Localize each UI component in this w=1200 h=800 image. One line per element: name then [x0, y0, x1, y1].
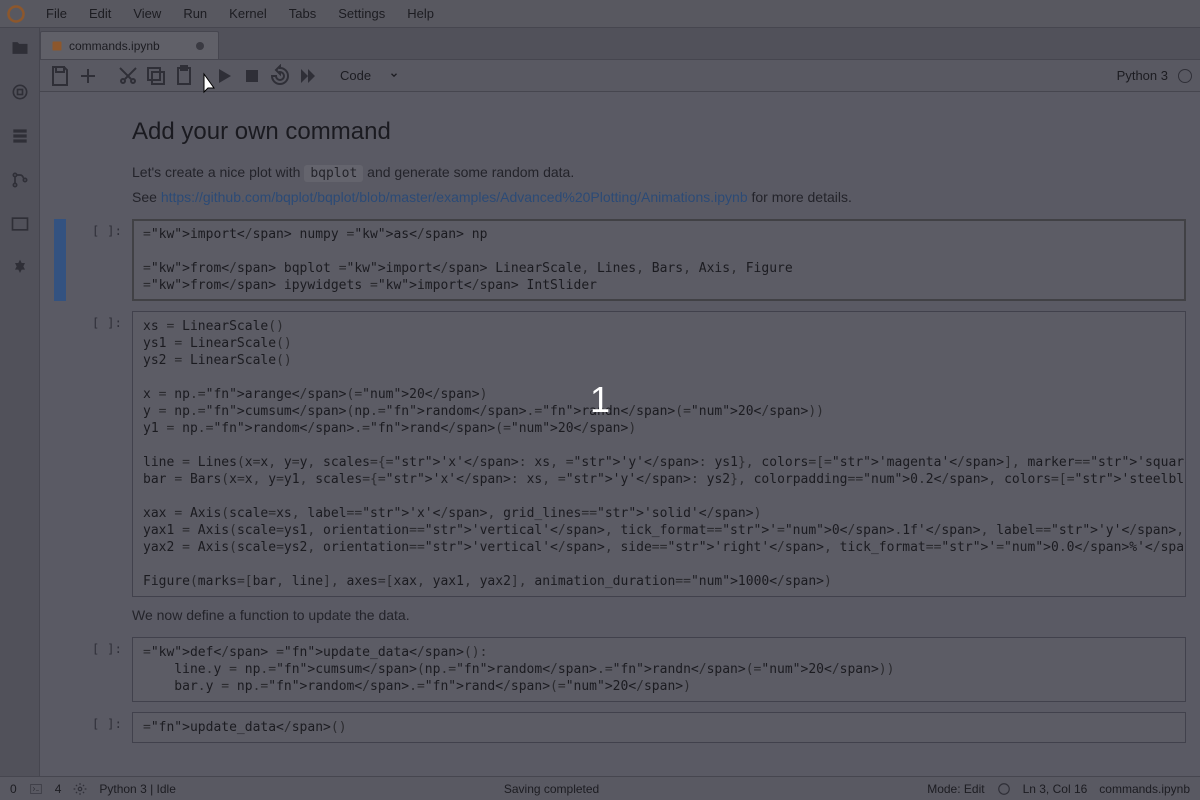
activity-bar — [0, 28, 40, 776]
sb-terminals[interactable]: 0 — [10, 782, 17, 796]
extension-icon[interactable] — [10, 258, 30, 278]
sb-line-col[interactable]: Ln 3, Col 16 — [1023, 782, 1088, 796]
menu-file[interactable]: File — [36, 2, 77, 25]
copy-icon[interactable] — [144, 64, 168, 88]
cell-gutter — [54, 637, 66, 702]
markdown-p3: We now define a function to update the d… — [132, 607, 1162, 623]
running-icon[interactable] — [10, 82, 30, 102]
notebook-panel: Add your own command Let's create a nice… — [40, 92, 1200, 776]
save-icon[interactable] — [48, 64, 72, 88]
code-cell-3[interactable]: [ ]: ="kw">def</span> ="fn">update_data<… — [54, 637, 1186, 702]
markdown-p1: Let's create a nice plot with bqplot and… — [132, 164, 1162, 181]
markdown-cell-2[interactable]: We now define a function to update the d… — [132, 607, 1162, 623]
restart-icon[interactable] — [268, 64, 292, 88]
sb-save-status: Saving completed — [504, 782, 599, 796]
unsaved-dot-icon — [196, 42, 204, 50]
inline-code-bqplot: bqplot — [304, 165, 363, 182]
link-bqplot-example[interactable]: https://github.com/bqplot/bqplot/blob/ma… — [161, 189, 748, 205]
menu-help[interactable]: Help — [397, 2, 444, 25]
notebook-icon — [51, 40, 63, 52]
markdown-p2: See https://github.com/bqplot/bqplot/blo… — [132, 189, 1162, 205]
cut-icon[interactable] — [116, 64, 140, 88]
cell-prompt: [ ]: — [66, 311, 132, 597]
cell-prompt: [ ]: — [66, 637, 132, 702]
commands-icon[interactable] — [10, 126, 30, 146]
code-editor-2[interactable]: xs = LinearScale() ys1 = LinearScale() y… — [132, 311, 1186, 597]
settings-icon[interactable] — [73, 782, 87, 796]
code-editor-3[interactable]: ="kw">def</span> ="fn">update_data</span… — [132, 637, 1186, 702]
menu-run[interactable]: Run — [173, 2, 217, 25]
statusbar: 0 4 Python 3 | Idle Saving completed Mod… — [0, 776, 1200, 800]
tabs-icon[interactable] — [10, 214, 30, 234]
sb-kernels[interactable]: 4 — [55, 782, 62, 796]
menu-edit[interactable]: Edit — [79, 2, 121, 25]
cell-prompt: [ ]: — [66, 219, 132, 301]
sb-mode[interactable]: Mode: Edit — [927, 782, 984, 796]
menu-view[interactable]: View — [123, 2, 171, 25]
sb-filename[interactable]: commands.ipynb — [1099, 782, 1190, 796]
markdown-cell-intro[interactable]: Add your own command Let's create a nice… — [132, 118, 1162, 205]
paste-icon[interactable] — [172, 64, 196, 88]
kernel-status-icon[interactable] — [1178, 69, 1192, 83]
markdown-heading: Add your own command — [132, 118, 1162, 146]
run-all-icon[interactable] — [296, 64, 320, 88]
code-editor-4[interactable]: ="fn">update_data</span>() — [132, 712, 1186, 743]
cell-type-value: Code — [340, 68, 371, 83]
chevron-down-icon — [389, 68, 399, 83]
run-icon[interactable] — [212, 64, 236, 88]
folder-icon[interactable] — [10, 38, 30, 58]
menu-settings[interactable]: Settings — [328, 2, 395, 25]
cell-gutter — [54, 219, 66, 301]
jupyter-logo — [6, 4, 26, 24]
cell-prompt: [ ]: — [66, 712, 132, 743]
menu-kernel[interactable]: Kernel — [219, 2, 277, 25]
cell-gutter — [54, 712, 66, 743]
tab-commands[interactable]: commands.ipynb — [40, 31, 219, 59]
cell-gutter — [54, 311, 66, 597]
kernel-name[interactable]: Python 3 — [1117, 68, 1168, 83]
cell-type-select[interactable]: Code — [334, 65, 405, 87]
notebook-trusted-icon[interactable] — [997, 782, 1011, 796]
code-editor-1[interactable]: ="kw">import</span> numpy ="kw">as</span… — [132, 219, 1186, 301]
notebook-toolbar: Code Python 3 — [40, 60, 1200, 92]
stop-icon[interactable] — [240, 64, 264, 88]
git-icon[interactable] — [10, 170, 30, 190]
code-cell-1[interactable]: [ ]: ="kw">import</span> numpy ="kw">as<… — [54, 219, 1186, 301]
add-cell-icon[interactable] — [76, 64, 100, 88]
sb-kernel-status[interactable]: Python 3 | Idle — [99, 782, 176, 796]
notebook-scroll[interactable]: Add your own command Let's create a nice… — [40, 92, 1200, 776]
terminal-icon[interactable] — [29, 782, 43, 796]
tab-strip: commands.ipynb — [0, 28, 1200, 60]
code-cell-2[interactable]: [ ]: xs = LinearScale() ys1 = LinearScal… — [54, 311, 1186, 597]
tab-title: commands.ipynb — [69, 39, 160, 53]
code-cell-4[interactable]: [ ]: ="fn">update_data</span>() — [54, 712, 1186, 743]
menubar: File Edit View Run Kernel Tabs Settings … — [0, 0, 1200, 28]
menu-tabs[interactable]: Tabs — [279, 2, 326, 25]
